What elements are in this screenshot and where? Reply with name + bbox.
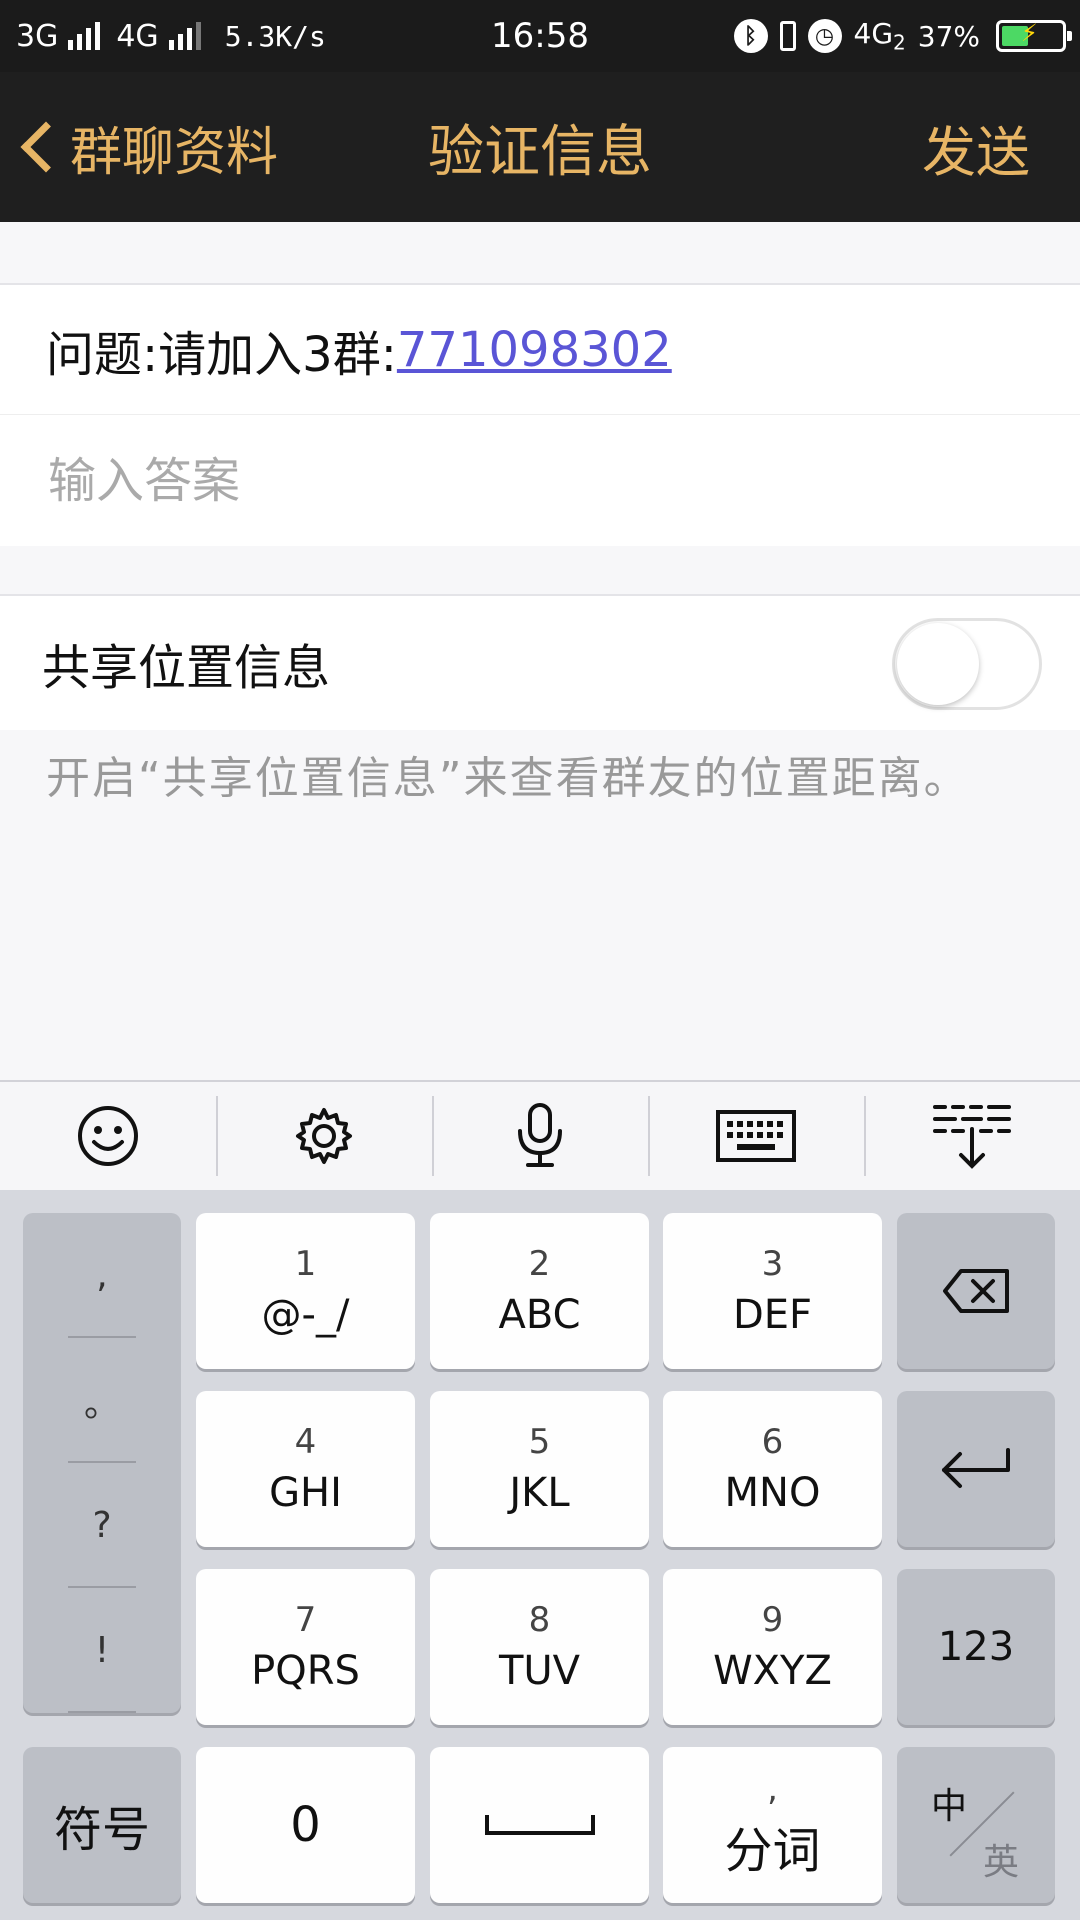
key-2[interactable]: 2 ABC — [430, 1213, 649, 1369]
key-7[interactable]: 7 PQRS — [196, 1569, 415, 1725]
key-1-number: 1 — [294, 1244, 317, 1284]
battery-icon: ⚡ — [996, 19, 1072, 52]
key-6-number: 6 — [761, 1422, 784, 1462]
key-9-number: 9 — [761, 1600, 784, 1640]
language-switch-key[interactable]: 中 英 — [897, 1747, 1055, 1903]
number-mode-label: 123 — [937, 1624, 1015, 1670]
answer-input[interactable] — [46, 451, 946, 510]
status-bar: 3G 4G 5.3K/s 16:58 ᛒ ◷ 4G2 37% ⚡ — [0, 0, 1080, 72]
language-alt-label: 英 — [983, 1842, 1020, 1883]
key-4-number: 4 — [294, 1422, 317, 1462]
key-0-label: 0 — [290, 1797, 321, 1853]
network-type-3-label: 4G — [853, 17, 894, 51]
key-4[interactable]: 4 GHI — [196, 1391, 415, 1547]
signal-bars-icon — [68, 22, 101, 50]
status-left: 3G 4G 5.3K/s — [16, 0, 326, 72]
network-type-3-sub: 2 — [893, 30, 906, 55]
enter-arrow-icon — [942, 1448, 1010, 1488]
emoji-icon — [78, 1106, 138, 1166]
group-number-link[interactable]: 771098302 — [397, 322, 672, 378]
space-key[interactable] — [430, 1747, 649, 1903]
navigation-bar: 群聊资料 验证信息 发送 — [0, 72, 1080, 222]
chevron-left-icon — [20, 121, 72, 173]
share-location-hint: 开启“共享位置信息”来查看群友的位置距离。 — [46, 753, 970, 804]
network-speed: 5.3K/s — [224, 19, 326, 53]
keyboard-settings-button[interactable] — [216, 1082, 432, 1190]
bluetooth-icon: ᛒ — [733, 19, 768, 53]
symbols-label: 符号 — [53, 1802, 150, 1858]
key-3[interactable]: 3 DEF — [663, 1213, 882, 1369]
hide-keyboard-button[interactable] — [864, 1082, 1080, 1190]
send-button[interactable]: 发送 — [922, 72, 1030, 222]
back-label: 群聊资料 — [70, 122, 279, 183]
key-8-number: 8 — [528, 1600, 551, 1640]
key-6-letters: MNO — [724, 1470, 821, 1516]
charging-bolt-icon: ⚡ — [1021, 19, 1038, 47]
punctuation-column: , 。 ? ! — [23, 1213, 181, 1713]
space-icon — [484, 1815, 595, 1835]
segment-mark: , — [767, 1769, 778, 1809]
key-8[interactable]: 8 TUV — [430, 1569, 649, 1725]
signal-bars-icon-2 — [168, 22, 201, 50]
backspace-key[interactable] — [897, 1213, 1055, 1369]
key-7-number: 7 — [294, 1600, 317, 1640]
question-row: 问题:请加入3群: 771098302 — [0, 283, 1080, 414]
network-type-1: 3G — [16, 18, 59, 54]
symbols-key[interactable]: 符号 — [23, 1747, 181, 1903]
t9-keyboard: , 。 ? ! 1 @-_/ 2 ABC 3 DEF 4 GHI 5 JKL 6… — [0, 1190, 1080, 1920]
emoji-button[interactable] — [0, 1082, 216, 1190]
alarm-clock-icon: ◷ — [807, 19, 842, 53]
battery-percentage: 37% — [917, 19, 980, 53]
network-type-2: 4G — [116, 18, 159, 54]
segment-label: 分词 — [724, 1823, 821, 1879]
key-6[interactable]: 6 MNO — [663, 1391, 882, 1547]
punct-key-comma[interactable]: , — [23, 1213, 181, 1338]
keyboard-layout-button[interactable] — [648, 1082, 864, 1190]
question-prefix: 问题:请加入3群: — [46, 326, 397, 383]
key-1-letters: @-_/ — [261, 1292, 350, 1338]
key-5-letters: JKL — [509, 1470, 570, 1516]
language-main-label: 中 — [931, 1786, 968, 1827]
punct-key-question[interactable]: ? — [23, 1463, 181, 1588]
sim-card-icon — [779, 21, 796, 51]
share-location-toggle[interactable] — [892, 618, 1042, 710]
key-4-letters: GHI — [269, 1470, 342, 1516]
keyboard-icon — [716, 1110, 796, 1162]
voice-input-button[interactable] — [432, 1082, 648, 1190]
keyboard-hide-icon — [933, 1105, 1011, 1169]
key-9-letters: WXYZ — [713, 1648, 832, 1694]
back-button[interactable]: 群聊资料 — [12, 72, 278, 222]
share-location-row: 共享位置信息 — [0, 594, 1080, 730]
key-1[interactable]: 1 @-_/ — [196, 1213, 415, 1369]
answer-row[interactable] — [0, 414, 1080, 546]
punct-key-exclaim[interactable]: ! — [23, 1588, 181, 1713]
number-mode-key[interactable]: 123 — [897, 1569, 1055, 1725]
key-2-number: 2 — [528, 1244, 551, 1284]
status-right: ᛒ ◷ 4G2 37% ⚡ — [733, 0, 1072, 72]
key-2-letters: ABC — [498, 1292, 581, 1338]
share-location-label: 共享位置信息 — [42, 640, 331, 696]
network-type-3: 4G2 — [854, 17, 906, 55]
key-9[interactable]: 9 WXYZ — [663, 1569, 882, 1725]
key-3-letters: DEF — [732, 1292, 813, 1338]
key-5[interactable]: 5 JKL — [430, 1391, 649, 1547]
enter-key[interactable] — [897, 1391, 1055, 1547]
punct-key-period[interactable]: 。 — [23, 1338, 181, 1463]
key-3-number: 3 — [761, 1244, 784, 1284]
keyboard-toolbar — [0, 1080, 1080, 1190]
toggle-knob — [897, 623, 979, 705]
key-7-letters: PQRS — [251, 1648, 360, 1694]
backspace-icon — [943, 1269, 1009, 1313]
key-5-number: 5 — [528, 1422, 551, 1462]
segment-key[interactable]: , 分词 — [663, 1747, 882, 1903]
key-8-letters: TUV — [498, 1648, 581, 1694]
microphone-icon — [518, 1103, 562, 1167]
gear-icon — [296, 1108, 352, 1164]
key-0[interactable]: 0 — [196, 1747, 415, 1903]
